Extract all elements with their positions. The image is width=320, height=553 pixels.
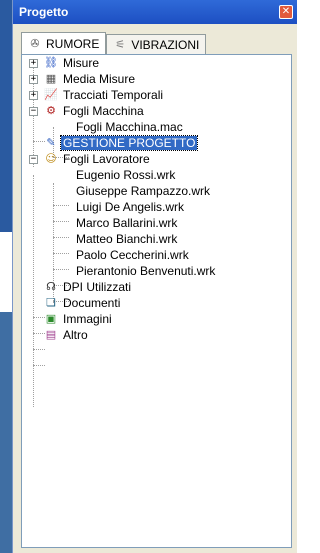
tree-item-fogli-lavoratore[interactable]: ☺ Fogli Lavoratore	[44, 151, 152, 167]
tree-connector	[53, 205, 69, 206]
project-panel: Progetto ✕ ✇ RUMORE ⚟ VIBRAZIONI + ⛓ Mis…	[12, 0, 297, 553]
tree-connector	[33, 365, 45, 366]
images-icon: ▣	[45, 312, 57, 325]
tree-item-worker[interactable]: Luigi De Angelis.wrk	[74, 199, 186, 215]
expand-toggle[interactable]: +	[29, 59, 38, 68]
tree-connector	[33, 175, 34, 407]
tree-item-label: Fogli Macchina.mac	[76, 120, 183, 134]
tree-item-label: Marco Ballarini.wrk	[76, 216, 178, 230]
calculator-icon: ▦	[45, 72, 57, 85]
tab-label: VIBRAZIONI	[131, 37, 200, 52]
tree-item-worker[interactable]: Eugenio Rossi.wrk	[74, 167, 177, 183]
tree-item-label: Fogli Lavoratore	[63, 152, 150, 166]
tree-item-label: Matteo Bianchi.wrk	[76, 232, 178, 246]
tree-item-media-misure[interactable]: ▦ Media Misure	[44, 71, 137, 87]
tree-item-altro[interactable]: ▤ Altro	[44, 327, 90, 343]
tab-label: RUMORE	[46, 36, 100, 51]
tree-item-label: Documenti	[63, 296, 121, 310]
expand-toggle[interactable]: +	[29, 75, 38, 84]
tree-item-label: Giuseppe Rampazzo.wrk	[76, 184, 211, 198]
tree-item-label: GESTIONE PROGETTO	[59, 135, 199, 151]
collapse-toggle[interactable]: −	[29, 107, 38, 116]
project-icon: ✎	[46, 136, 56, 149]
tree-item-tracciati-temporali[interactable]: 📈 Tracciati Temporali	[44, 87, 165, 103]
tree-item-label: Luigi De Angelis.wrk	[76, 200, 185, 214]
tree-item-immagini[interactable]: ▣ Immagini	[44, 311, 114, 327]
vibration-icon: ⚟	[115, 37, 126, 51]
tree-item-label: Immagini	[63, 312, 112, 326]
collapse-toggle[interactable]: −	[29, 155, 38, 164]
tree-item-label: Eugenio Rossi.wrk	[76, 168, 176, 182]
tree-item-worker[interactable]: Marco Ballarini.wrk	[74, 215, 179, 231]
headphones-icon: ☊	[46, 280, 56, 293]
other-icon: ▤	[45, 328, 57, 341]
tree-item-gestione-progetto[interactable]: ✎ GESTIONE PROGETTO	[44, 135, 199, 151]
tree-item-misure[interactable]: ⛓ Misure	[44, 55, 101, 71]
tree-connector	[53, 237, 69, 238]
close-icon[interactable]: ✕	[279, 5, 293, 19]
tree-connector	[33, 349, 45, 350]
tree-item-label: Altro	[63, 328, 88, 342]
network-icon: ⛓	[44, 56, 58, 69]
tree-item-label: Tracciati Temporali	[63, 88, 164, 102]
tree-item-fogli-macchina-mac[interactable]: Fogli Macchina.mac	[74, 119, 185, 135]
machine-icon: ⚙	[46, 104, 56, 117]
tree-item-fogli-macchina[interactable]: ⚙ Fogli Macchina	[44, 103, 146, 119]
documents-icon: ❏	[46, 296, 56, 309]
tree-item-label: Pierantonio Benvenuti.wrk	[76, 264, 216, 278]
tab-rumore[interactable]: ✇ RUMORE	[21, 32, 107, 54]
tree-item-documenti[interactable]: ❏ Documenti	[44, 295, 122, 311]
tree-connector	[53, 253, 69, 254]
tree-item-worker[interactable]: Pierantonio Benvenuti.wrk	[74, 263, 217, 279]
graph-icon: 📈	[44, 88, 58, 101]
tree-item-label: Misure	[63, 56, 100, 70]
tree-connector	[53, 269, 69, 270]
tree-item-dpi-utilizzati[interactable]: ☊ DPI Utilizzati	[44, 279, 133, 295]
panel-titlebar: Progetto ✕	[13, 0, 297, 24]
background-blue-band	[0, 0, 12, 232]
expand-toggle[interactable]: +	[29, 91, 38, 100]
tab-strip: ✇ RUMORE ⚟ VIBRAZIONI	[21, 32, 207, 54]
ear-icon: ✇	[30, 36, 40, 50]
tree-item-label: Media Misure	[63, 72, 136, 86]
tree-item-worker[interactable]: Paolo Ceccherini.wrk	[74, 247, 191, 263]
tree-connector	[53, 221, 69, 222]
tree-item-worker[interactable]: Giuseppe Rampazzo.wrk	[74, 183, 212, 199]
tab-vibrazioni[interactable]: ⚟ VIBRAZIONI	[106, 34, 207, 54]
tree-item-worker[interactable]: Matteo Bianchi.wrk	[74, 231, 179, 247]
panel-title: Progetto	[19, 5, 69, 19]
worker-icon: ☺	[45, 152, 57, 165]
background-gap	[0, 232, 12, 312]
tree-item-label: Paolo Ceccherini.wrk	[76, 248, 189, 262]
tree-item-label: Fogli Macchina	[63, 104, 144, 118]
project-tree[interactable]: + ⛓ Misure + ▦ Media Misure + 📈 Tracciat…	[21, 54, 292, 548]
tree-item-label: DPI Utilizzati	[63, 280, 132, 294]
